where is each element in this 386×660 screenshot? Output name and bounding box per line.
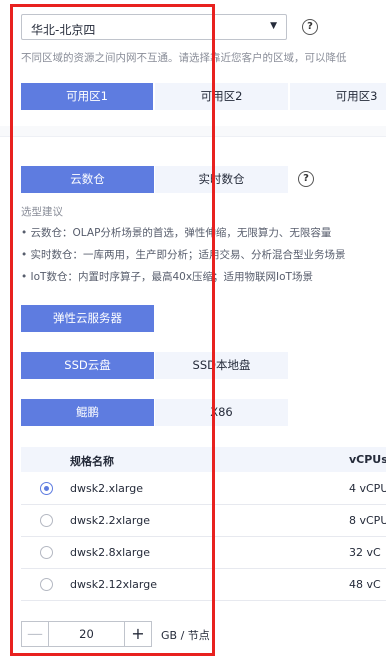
region-description: 不同区域的资源之间内网不互通。请选择靠近您客户的区域，可以降低: [21, 52, 347, 64]
tab-cloud-warehouse[interactable]: 云数仓: [21, 166, 154, 193]
region-select-value: 华北-北京四: [31, 23, 96, 37]
tab-az3[interactable]: 可用区3: [290, 83, 386, 110]
flavor-vcpus: 32 vC: [349, 546, 381, 559]
tab-ssd-local-disk[interactable]: SSD本地盘: [155, 352, 288, 379]
flavor-name: dwsk2.2xlarge: [70, 514, 150, 527]
help-icon[interactable]: ?: [298, 171, 314, 187]
tab-x86[interactable]: X86: [155, 399, 288, 426]
flavor-vcpus: 4 vCPU: [349, 482, 386, 495]
tab-ssd-cloud-disk[interactable]: SSD云盘: [21, 352, 154, 379]
tab-az1[interactable]: 可用区1: [21, 83, 153, 110]
region-select[interactable]: 华北-北京四 ▼: [21, 14, 287, 40]
hint-item: • 实时数仓：一库两用，生产即分析；适用交易、分析混合型业务场景: [21, 249, 346, 261]
capacity-input[interactable]: 20: [49, 622, 124, 646]
decrement-button[interactable]: —: [22, 622, 49, 646]
hint-item: • IoT数仓：内置时序算子，最高40x压缩；适用物联网IoT场景: [21, 271, 313, 283]
hint-item: • 云数仓：OLAP分析场景的首选，弹性伸缩，无限算力、无限容量: [21, 227, 332, 239]
column-header-name: 规格名称: [70, 455, 114, 468]
radio-button[interactable]: [40, 578, 53, 591]
table-row[interactable]: dwsk2.8xlarge 32 vC: [21, 537, 386, 569]
section-separator: [0, 126, 386, 136]
increment-button[interactable]: +: [124, 622, 151, 646]
flavor-name: dwsk2.xlarge: [70, 482, 143, 495]
chevron-down-icon: ▼: [270, 21, 277, 31]
ecs-option-button[interactable]: 弹性云服务器: [21, 305, 154, 332]
radio-button[interactable]: [40, 514, 53, 527]
help-icon[interactable]: ?: [302, 19, 318, 35]
table-row[interactable]: dwsk2.xlarge 4 vCPU: [21, 473, 386, 505]
capacity-unit: GB / 节点: [161, 629, 210, 642]
flavor-name: dwsk2.8xlarge: [70, 546, 150, 559]
tab-realtime-warehouse[interactable]: 实时数仓: [155, 166, 288, 193]
divider: [0, 136, 386, 137]
hint-title: 选型建议: [21, 206, 63, 218]
tab-az2[interactable]: 可用区2: [155, 83, 288, 110]
table-header: 规格名称 vCPUs: [21, 447, 386, 472]
flavor-name: dwsk2.12xlarge: [70, 578, 157, 591]
radio-button[interactable]: [40, 482, 53, 495]
radio-button[interactable]: [40, 546, 53, 559]
flavor-vcpus: 48 vC: [349, 578, 381, 591]
column-header-vcpus: vCPUs: [349, 453, 386, 466]
flavor-vcpus: 8 vCPU: [349, 514, 386, 527]
capacity-stepper[interactable]: — 20 +: [21, 621, 152, 647]
table-row[interactable]: dwsk2.2xlarge 8 vCPU: [21, 505, 386, 537]
table-row[interactable]: dwsk2.12xlarge 48 vC: [21, 569, 386, 601]
tab-kunpeng[interactable]: 鲲鹏: [21, 399, 154, 426]
